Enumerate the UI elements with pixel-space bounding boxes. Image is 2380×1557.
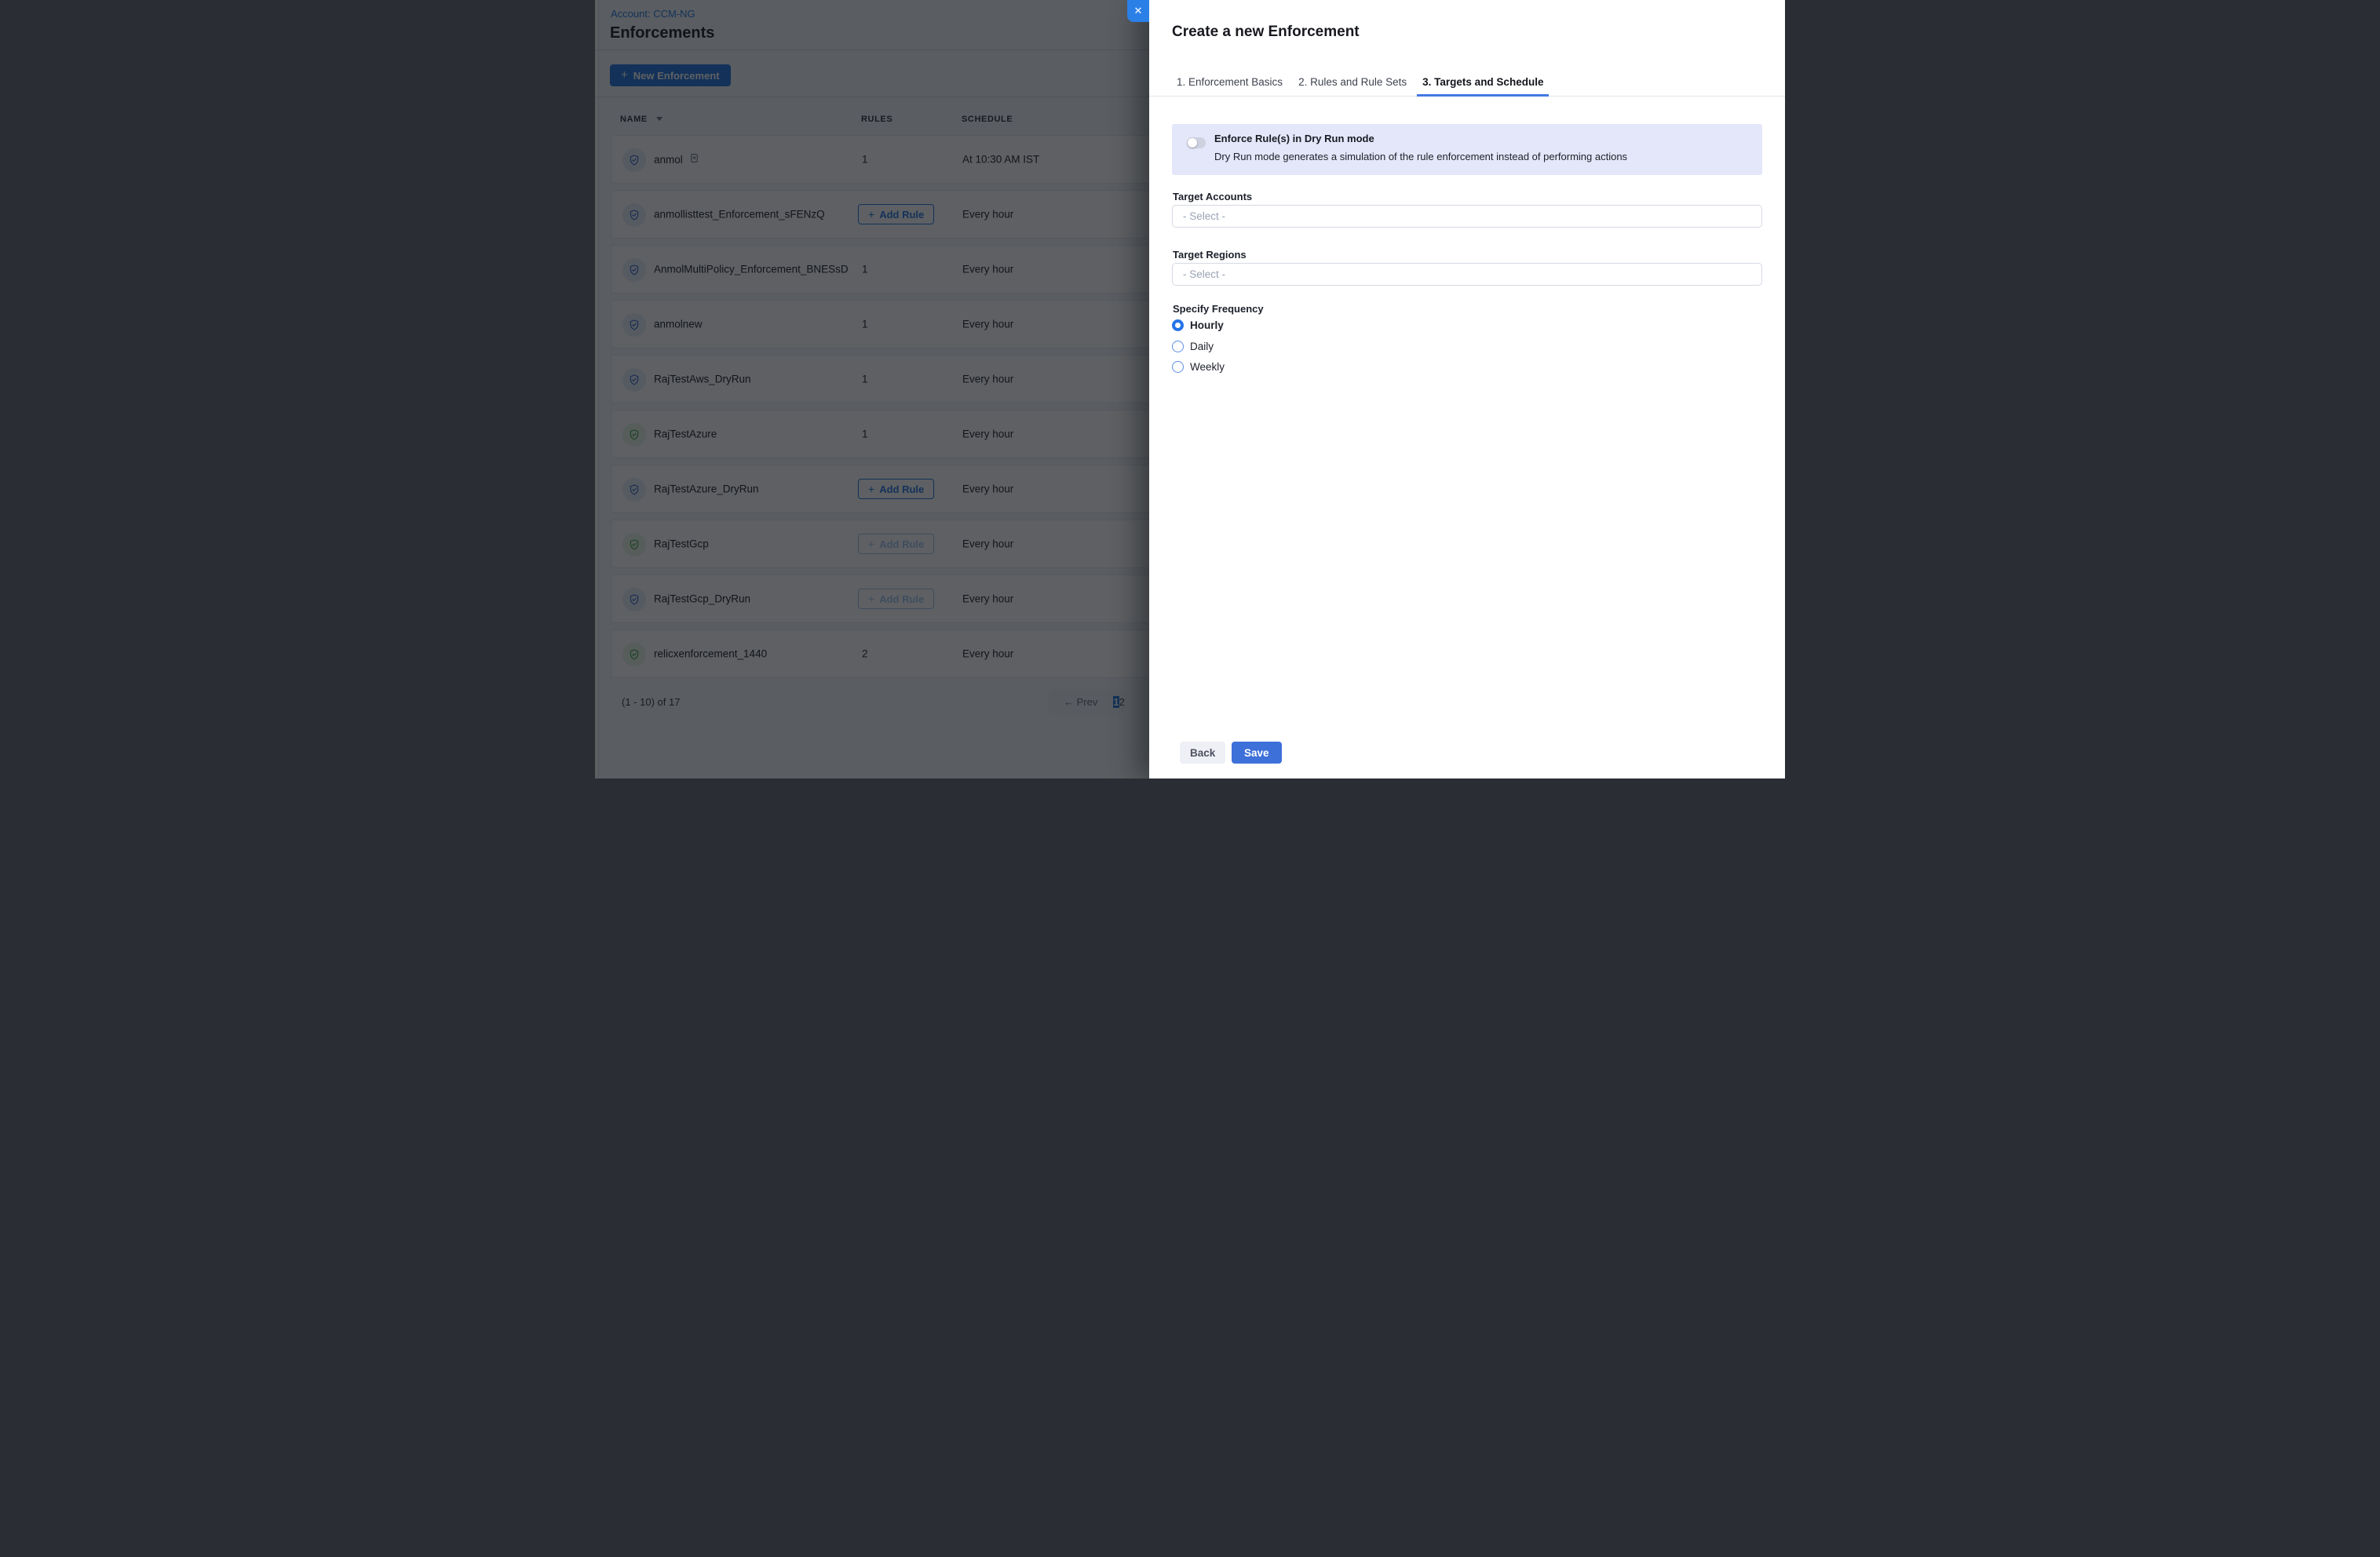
radio-icon[interactable] bbox=[1172, 361, 1184, 373]
modal-dim-overlay[interactable] bbox=[595, 0, 1149, 778]
field-label: Target Accounts bbox=[1173, 191, 1252, 202]
toggle-knob-icon bbox=[1188, 138, 1197, 148]
close-icon[interactable]: ✕ bbox=[1127, 0, 1149, 22]
back-button[interactable]: Back bbox=[1180, 742, 1225, 764]
frequency-option-hourly[interactable]: Hourly bbox=[1172, 319, 1224, 331]
drawer-tabbar: 1. Enforcement Basics2. Rules and Rule S… bbox=[1149, 69, 1785, 97]
save-button[interactable]: Save bbox=[1232, 742, 1282, 764]
dry-run-description: Dry Run mode generates a simulation of t… bbox=[1214, 151, 1627, 162]
tab-3[interactable]: 3. Targets and Schedule bbox=[1417, 69, 1549, 97]
create-enforcement-drawer: ✕ Create a new Enforcement 1. Enforcemen… bbox=[1149, 0, 1785, 778]
app-screen: Account: CCM-NG Enforcements + New Enfor… bbox=[595, 0, 1785, 778]
select-input[interactable]: - Select - bbox=[1172, 205, 1762, 228]
radio-icon[interactable] bbox=[1172, 341, 1184, 352]
tab-1[interactable]: 1. Enforcement Basics bbox=[1171, 69, 1288, 97]
radio-label: Hourly bbox=[1190, 319, 1224, 331]
select-input[interactable]: - Select - bbox=[1172, 263, 1762, 286]
dry-run-title: Enforce Rule(s) in Dry Run mode bbox=[1214, 133, 1374, 144]
dry-run-banner: Enforce Rule(s) in Dry Run mode Dry Run … bbox=[1172, 124, 1762, 175]
dry-run-toggle[interactable] bbox=[1187, 137, 1206, 148]
drawer-title: Create a new Enforcement bbox=[1172, 24, 1360, 41]
frequency-label: Specify Frequency bbox=[1173, 303, 1264, 315]
frequency-option-weekly[interactable]: Weekly bbox=[1172, 361, 1225, 373]
tab-2[interactable]: 2. Rules and Rule Sets bbox=[1293, 69, 1412, 97]
field-label: Target Regions bbox=[1173, 249, 1247, 261]
radio-icon[interactable] bbox=[1172, 319, 1184, 331]
frequency-option-daily[interactable]: Daily bbox=[1172, 341, 1214, 352]
radio-label: Weekly bbox=[1190, 361, 1225, 373]
select-placeholder: - Select - bbox=[1183, 210, 1225, 222]
radio-label: Daily bbox=[1190, 341, 1214, 352]
select-placeholder: - Select - bbox=[1183, 268, 1225, 280]
